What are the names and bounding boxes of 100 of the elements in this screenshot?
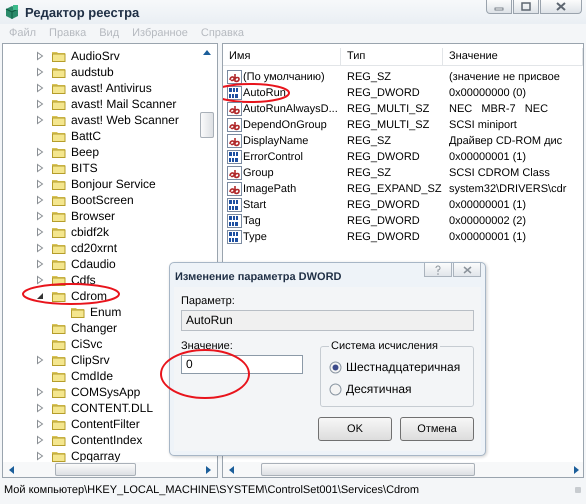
tree-item[interactable]: BITS xyxy=(70,161,99,175)
tree-item[interactable]: COMSysApp xyxy=(70,385,142,399)
value-field[interactable]: 0 xyxy=(181,355,303,374)
tree-item[interactable]: CONTENT.DLL xyxy=(70,401,154,415)
radio-button[interactable] xyxy=(329,360,342,374)
ok-button[interactable]: OK xyxy=(318,417,392,441)
folder-icon xyxy=(51,369,66,383)
binary-value-icon xyxy=(227,86,242,100)
scroll-right-icon[interactable] xyxy=(205,464,213,474)
expand-icon[interactable] xyxy=(35,147,45,157)
close-button[interactable] xyxy=(453,263,481,277)
expand-icon[interactable] xyxy=(35,67,45,77)
tree-item[interactable]: BootScreen xyxy=(70,193,135,207)
scroll-up-icon[interactable] xyxy=(202,48,212,56)
expand-icon[interactable] xyxy=(35,387,45,397)
value-name[interactable]: (По умолчанию) xyxy=(243,71,325,83)
close-button[interactable] xyxy=(540,0,582,14)
tree-item[interactable]: avast! Antivirus xyxy=(70,81,153,95)
tree-item[interactable]: ContentIndex xyxy=(70,433,144,447)
tree-item[interactable]: cbidf2k xyxy=(70,225,110,239)
folder-icon xyxy=(51,417,66,431)
value-type: REG_SZ xyxy=(346,71,392,83)
value-name[interactable]: Tag xyxy=(243,215,261,227)
scroll-left-icon[interactable] xyxy=(227,464,235,474)
folder-icon xyxy=(51,225,66,239)
expand-icon[interactable] xyxy=(35,83,45,93)
tree-item[interactable]: CmdIde xyxy=(70,369,114,383)
tree-item[interactable]: avast! Web Scanner xyxy=(70,113,180,127)
help-button[interactable] xyxy=(424,263,452,277)
expand-icon[interactable] xyxy=(35,243,45,253)
tree-item[interactable]: ContentFilter xyxy=(70,417,141,431)
minimize-button[interactable] xyxy=(486,0,512,14)
scroll-right-icon[interactable] xyxy=(573,464,581,474)
tree-item[interactable]: BattC xyxy=(70,129,102,143)
expand-icon[interactable] xyxy=(35,275,45,285)
binary-value-icon xyxy=(227,214,242,228)
folder-icon xyxy=(51,433,66,447)
scroll-thumb[interactable] xyxy=(261,463,475,476)
scroll-left-icon[interactable] xyxy=(7,464,15,474)
expand-icon[interactable] xyxy=(35,195,45,205)
tree-item[interactable]: cd20xrnt xyxy=(70,241,118,255)
value-type: REG_DWORD xyxy=(346,151,421,163)
horizontal-scrollbar[interactable] xyxy=(223,462,583,477)
expand-icon[interactable] xyxy=(35,51,45,61)
tree-item[interactable]: Changer xyxy=(70,321,118,335)
radio-label[interactable]: Десятичная xyxy=(346,382,412,396)
folder-icon xyxy=(51,49,66,63)
value-name[interactable]: DependOnGroup xyxy=(243,119,327,131)
tree-item[interactable]: ClipSrv xyxy=(70,353,111,367)
column-header[interactable]: Тип xyxy=(341,48,443,65)
folder-icon xyxy=(51,129,66,143)
horizontal-scrollbar[interactable] xyxy=(3,462,217,477)
value-name[interactable]: DisplayName xyxy=(243,135,308,147)
radio-label[interactable]: Шестнадцатеричная xyxy=(346,360,460,374)
maximize-button[interactable] xyxy=(513,0,539,14)
value-data: Драйвер CD-ROM дис xyxy=(448,135,564,147)
tree-item[interactable]: audstub xyxy=(70,65,115,79)
expand-icon[interactable] xyxy=(35,419,45,429)
collapse-icon[interactable] xyxy=(35,291,45,301)
expand-icon[interactable] xyxy=(35,211,45,221)
folder-icon xyxy=(51,353,66,367)
column-header[interactable]: Имя xyxy=(223,48,341,65)
expand-icon[interactable] xyxy=(35,115,45,125)
expand-icon[interactable] xyxy=(35,435,45,445)
column-header[interactable]: Значение xyxy=(443,48,583,65)
value-name[interactable]: ImagePath xyxy=(243,183,296,195)
folder-icon xyxy=(51,401,66,415)
cancel-button[interactable]: Отмена xyxy=(400,417,474,441)
value-name[interactable]: ErrorControl xyxy=(243,151,303,163)
tree-item[interactable]: Beep xyxy=(70,145,100,159)
radio-button[interactable] xyxy=(329,382,342,396)
vertical-scrollbar[interactable] xyxy=(199,48,215,138)
resize-grip-icon[interactable] xyxy=(574,486,582,494)
folder-icon xyxy=(51,81,66,95)
tree-item[interactable]: CiSvc xyxy=(70,337,104,351)
expand-icon[interactable] xyxy=(35,227,45,237)
base-group-title: Система исчисления xyxy=(330,340,439,352)
expand-icon[interactable] xyxy=(35,259,45,269)
tree-item[interactable]: Enum xyxy=(89,305,122,319)
value-name[interactable]: AutoRunAlwaysD... xyxy=(243,103,338,115)
tree-item[interactable]: Bonjour Service xyxy=(70,177,157,191)
value-name[interactable]: Group xyxy=(243,167,274,179)
help-icon xyxy=(434,264,442,274)
expand-icon[interactable] xyxy=(35,99,45,109)
tree-item[interactable]: Browser xyxy=(70,209,116,223)
expand-icon[interactable] xyxy=(35,163,45,173)
folder-icon xyxy=(51,257,66,271)
binary-value-icon xyxy=(227,230,242,244)
value-name[interactable]: Type xyxy=(243,231,267,243)
value-name[interactable]: Start xyxy=(243,199,266,211)
tree-item[interactable]: avast! Mail Scanner xyxy=(70,97,178,111)
folder-icon xyxy=(51,289,66,303)
expand-icon[interactable] xyxy=(35,179,45,189)
tree-item[interactable]: AudioSrv xyxy=(70,49,121,63)
scroll-thumb[interactable] xyxy=(55,463,136,476)
expand-icon[interactable] xyxy=(35,355,45,365)
folder-icon xyxy=(51,65,66,79)
tree-item[interactable]: Cdaudio xyxy=(70,257,117,271)
scroll-thumb[interactable] xyxy=(200,112,214,138)
expand-icon[interactable] xyxy=(35,403,45,413)
